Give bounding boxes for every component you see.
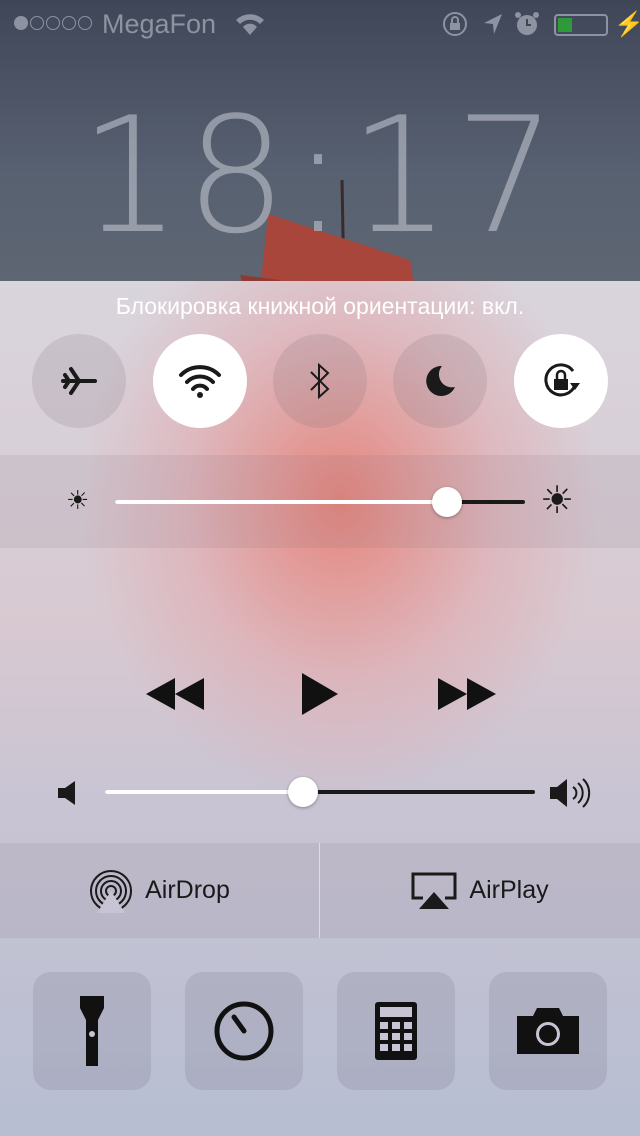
orientation-lock-icon <box>544 363 580 397</box>
airdrop-label: AirDrop <box>145 876 230 904</box>
battery-icon <box>554 14 608 36</box>
volume-slider-thumb[interactable] <box>287 777 318 807</box>
charging-icon: ⚡ <box>614 11 640 38</box>
brightness-high-icon: ☀ <box>540 480 575 522</box>
signal-dot <box>78 16 92 30</box>
flashlight-button[interactable] <box>33 972 151 1090</box>
wifi-toggle[interactable] <box>153 334 247 428</box>
airdrop-icon <box>90 869 133 913</box>
signal-strength-icon <box>14 16 92 30</box>
orientation-lock-toggle[interactable] <box>514 334 608 428</box>
signal-dot <box>30 16 44 30</box>
calculator-icon <box>375 1002 417 1060</box>
signal-dot <box>14 16 28 30</box>
location-icon <box>484 14 502 34</box>
timer-button[interactable] <box>185 972 303 1090</box>
volume-fill <box>105 790 303 794</box>
brightness-low-icon: ☀ <box>66 485 90 515</box>
bluetooth-toggle[interactable] <box>273 334 367 428</box>
fast-forward-button[interactable] <box>438 678 496 710</box>
wifi-icon <box>179 365 221 398</box>
rewind-button[interactable] <box>146 678 204 710</box>
carrier-name: MegaFon <box>102 9 217 39</box>
orientation-lock-icon <box>443 12 467 36</box>
bluetooth-icon <box>310 362 330 400</box>
sharing-section: AirDrop AirPlay <box>0 843 640 938</box>
camera-button[interactable] <box>489 972 607 1090</box>
lock-clock: 18:17 <box>79 82 561 269</box>
timer-icon <box>214 1001 274 1061</box>
volume-high-icon <box>550 778 591 808</box>
airplay-button[interactable]: AirPlay <box>320 843 640 938</box>
control-center: Блокировка книжной ориентации: вкл. ☀ ☀ … <box>0 281 640 1136</box>
flashlight-icon <box>80 996 104 1066</box>
brightness-fill <box>115 500 448 504</box>
brightness-section: ☀ ☀ <box>0 455 640 548</box>
signal-dot <box>62 16 76 30</box>
alarm-icon <box>515 12 539 35</box>
do-not-disturb-toggle[interactable] <box>393 334 487 428</box>
signal-dot <box>46 16 60 30</box>
airplane-icon <box>61 367 97 395</box>
status-bar: MegaFon ⚡ <box>0 0 640 50</box>
orientation-lock-banner: Блокировка книжной ориентации: вкл. <box>115 293 525 319</box>
airplay-label: AirPlay <box>469 876 549 904</box>
calculator-button[interactable] <box>337 972 455 1090</box>
airplay-icon <box>411 872 457 909</box>
brightness-slider-thumb[interactable] <box>432 487 463 517</box>
camera-icon <box>517 1008 579 1054</box>
play-button[interactable] <box>302 673 338 715</box>
airplane-mode-toggle[interactable] <box>32 334 126 428</box>
airdrop-button[interactable]: AirDrop <box>0 843 319 938</box>
volume-low-icon <box>58 781 75 805</box>
moon-icon <box>426 365 455 396</box>
wifi-icon <box>236 14 264 35</box>
battery-level <box>558 18 572 32</box>
